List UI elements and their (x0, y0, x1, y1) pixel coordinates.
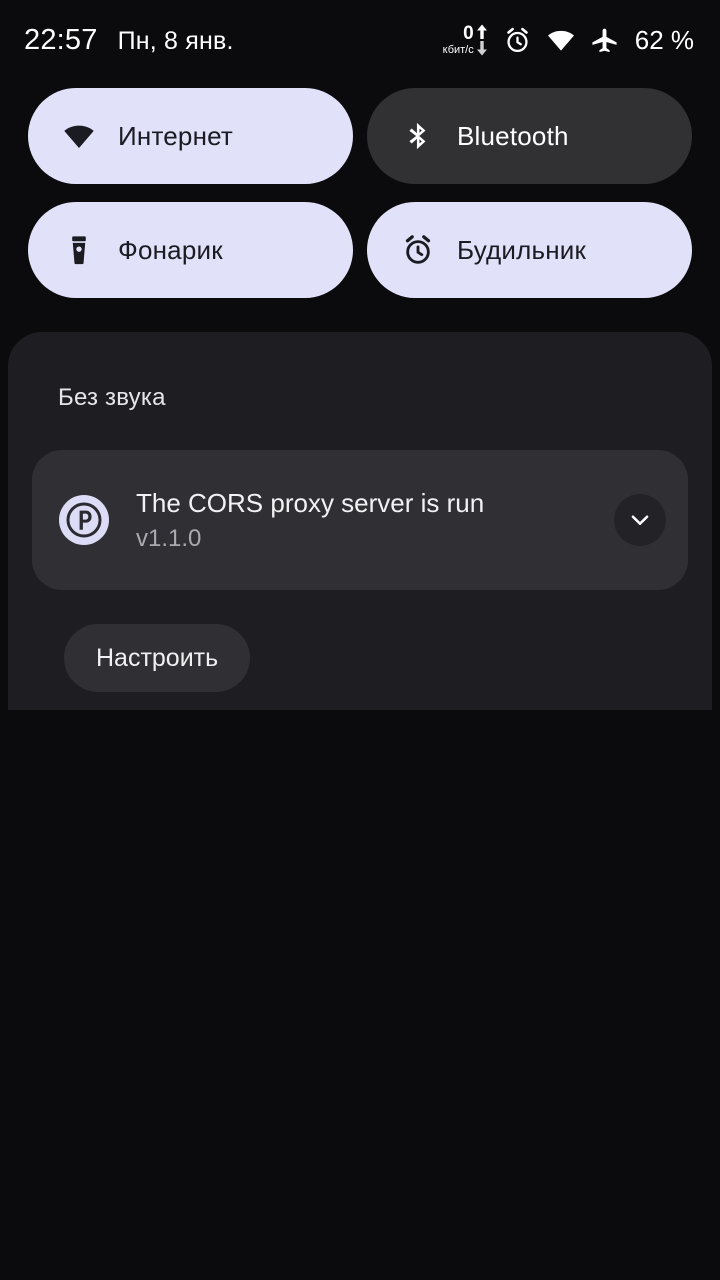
network-speed-text: 0 кбит/с (443, 24, 474, 56)
qs-tile-flashlight[interactable]: Фонарик (28, 202, 353, 298)
network-speed-unit: кбит/с (442, 44, 474, 56)
quick-settings-shade: 22:57 Пн, 8 янв. 0 кбит/с 62 % Интернет … (0, 0, 720, 1280)
status-bar-left: 22:57 Пн, 8 янв. (24, 24, 234, 57)
flashlight-icon (62, 233, 96, 267)
status-bar-right: 0 кбит/с 62 % (443, 23, 694, 57)
bluetooth-icon (401, 119, 435, 153)
battery-percentage: 62 % (634, 24, 694, 55)
qs-tile-label: Будильник (457, 234, 587, 265)
quick-settings-grid: Интернет Bluetooth Фонарик Будильник (28, 88, 692, 298)
notification-expand-button[interactable] (614, 494, 666, 546)
arrow-down-icon (475, 40, 489, 57)
network-speed-arrows (475, 23, 489, 57)
qs-tile-label: Bluetooth (457, 120, 569, 151)
network-speed-value: 0 (463, 23, 474, 44)
alarm-clock-icon (503, 26, 532, 55)
notification-panel: Без звука The CORS proxy server is run v… (8, 332, 712, 710)
qs-tile-bluetooth[interactable]: Bluetooth (367, 88, 692, 184)
notification-text: The CORS proxy server is run v1.1.0 (136, 488, 614, 553)
qs-tile-label: Интернет (118, 120, 234, 151)
network-speed-indicator: 0 кбит/с (443, 23, 489, 57)
qs-tile-label: Фонарик (118, 234, 223, 265)
qs-tile-alarm[interactable]: Будильник (367, 202, 692, 298)
status-clock: 22:57 (24, 23, 98, 56)
proxy-p-icon (58, 494, 110, 546)
notification-title: The CORS proxy server is run (136, 487, 485, 518)
status-date: Пн, 8 янв. (117, 26, 234, 55)
chevron-down-icon (627, 507, 653, 533)
notification-section-title: Без звука (58, 384, 166, 411)
wifi-icon (546, 25, 576, 55)
airplane-mode-icon (590, 26, 619, 55)
notification-settings-button[interactable]: Настроить (64, 624, 251, 692)
notification-item[interactable]: The CORS proxy server is run v1.1.0 (32, 450, 688, 590)
qs-tile-internet[interactable]: Интернет (28, 88, 353, 184)
notification-subtitle: v1.1.0 (136, 524, 202, 552)
arrow-up-icon (475, 23, 489, 40)
wifi-icon (62, 119, 96, 153)
alarm-clock-icon (401, 233, 435, 267)
status-bar: 22:57 Пн, 8 янв. 0 кбит/с 62 % (0, 0, 720, 80)
